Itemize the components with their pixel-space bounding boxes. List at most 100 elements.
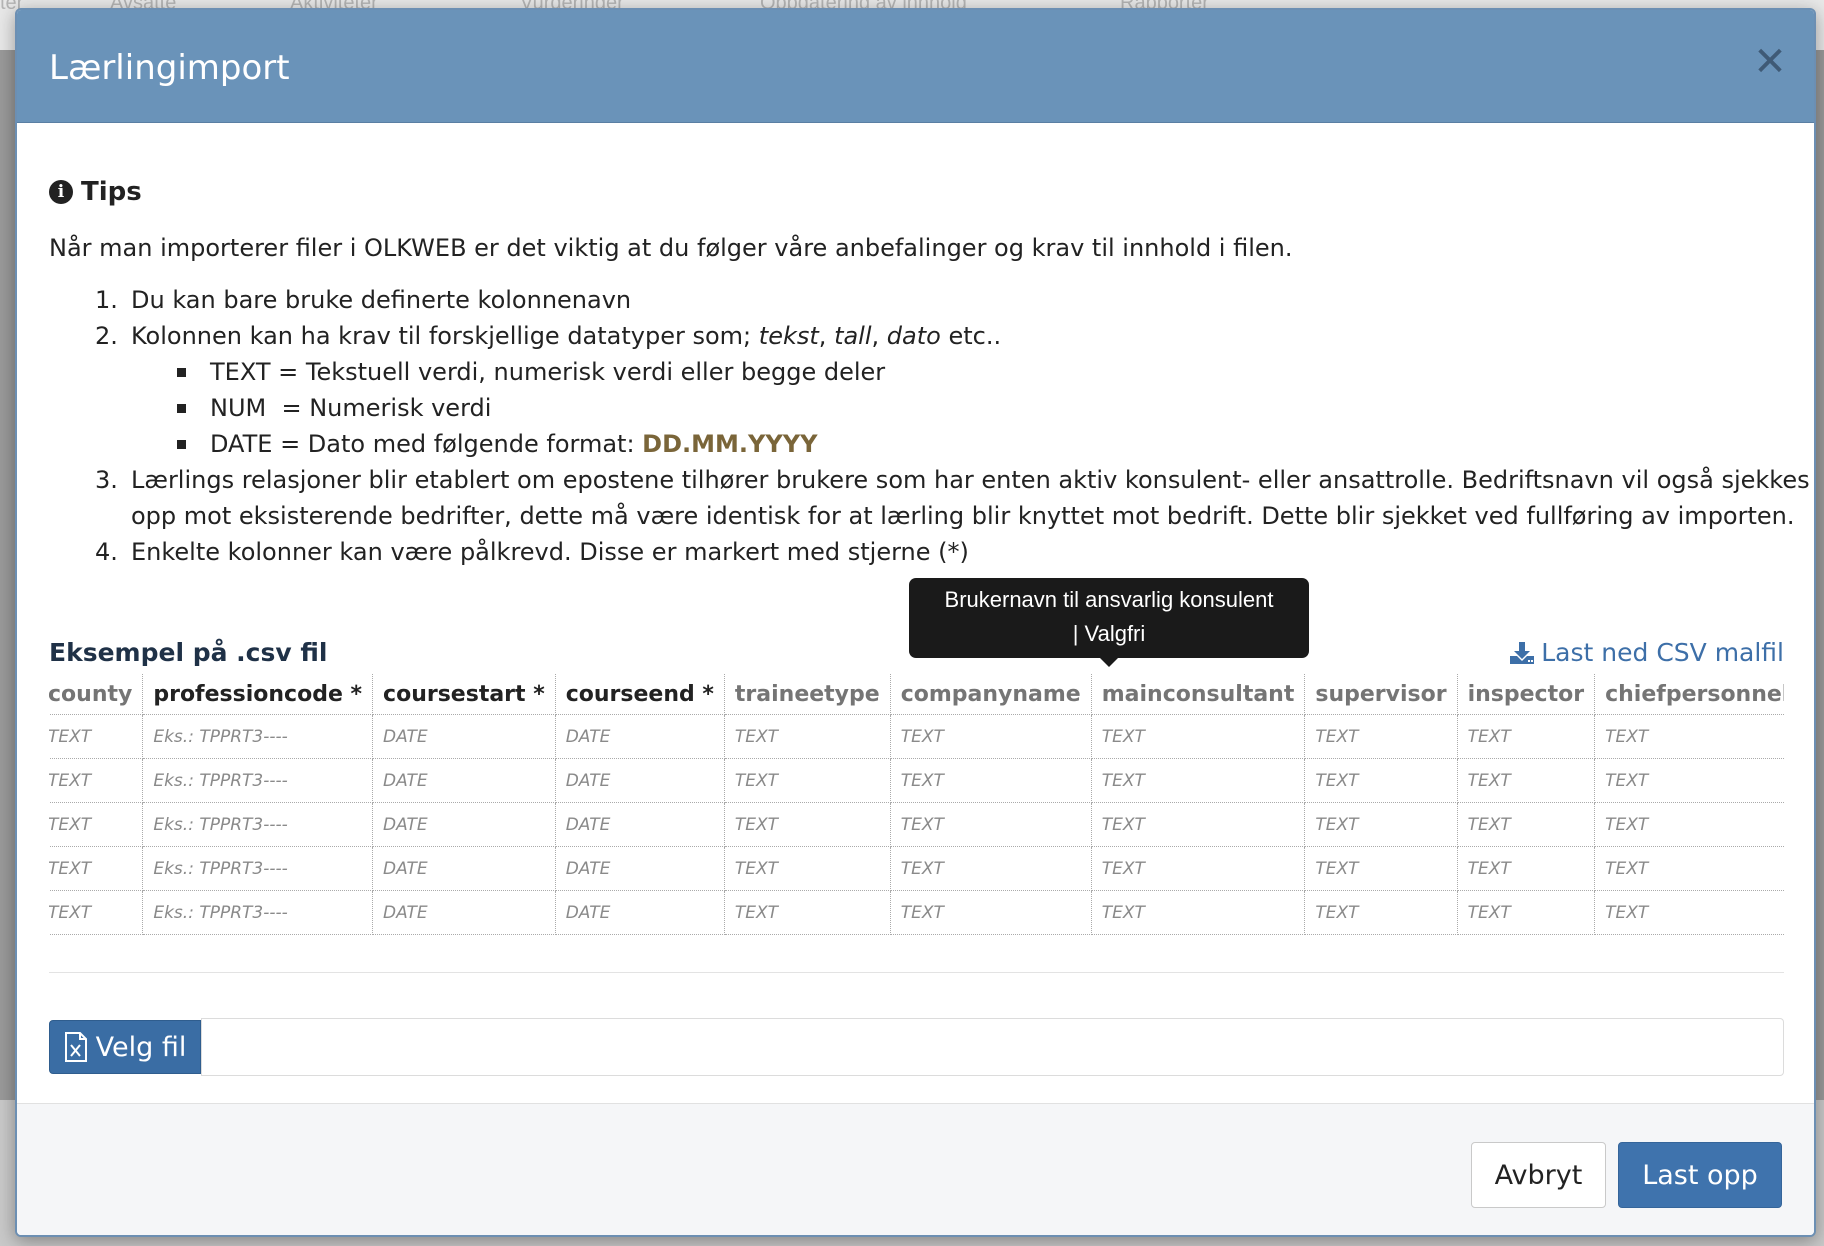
download-icon bbox=[1510, 641, 1535, 664]
column-header[interactable]: mainconsultant bbox=[1090, 674, 1306, 715]
column-header[interactable]: companyname bbox=[889, 674, 1092, 715]
download-label: Last ned CSV malfil bbox=[1541, 638, 1784, 667]
file-picker: Velg fil bbox=[49, 1018, 1784, 1076]
table-cell: TEXT bbox=[1304, 802, 1458, 847]
table-cell: TEXT bbox=[889, 758, 1092, 803]
import-modal: Lærlingimport ✕ i Tips Når man importere… bbox=[15, 8, 1816, 1237]
modal-title: Lærlingimport bbox=[49, 48, 290, 88]
table-header-row: county professioncode * coursestart * cours… bbox=[49, 674, 1784, 715]
table-cell: TEXT bbox=[1594, 802, 1784, 847]
table-cell: DATE bbox=[554, 758, 725, 803]
example-title: Eksempel på .csv fil bbox=[49, 638, 328, 667]
column-header[interactable]: professioncode * bbox=[142, 674, 374, 715]
choose-file-button[interactable]: Velg fil bbox=[49, 1020, 201, 1074]
table-cell: TEXT bbox=[49, 802, 144, 847]
table-cell: DATE bbox=[372, 802, 556, 847]
divider bbox=[49, 972, 1784, 973]
tips-intro: Når man importerer filer i OLKWEB er det… bbox=[49, 234, 1293, 262]
table-cell: Eks.: TPPRT3---- bbox=[142, 846, 374, 891]
table-cell: TEXT bbox=[723, 714, 891, 759]
table-cell: DATE bbox=[372, 890, 556, 935]
datatype-number: tall bbox=[834, 322, 872, 350]
table-cell: TEXT bbox=[889, 890, 1092, 935]
column-header[interactable]: supervisor bbox=[1304, 674, 1458, 715]
table-cell: TEXT bbox=[1594, 714, 1784, 759]
table-cell: DATE bbox=[554, 714, 725, 759]
table-row: TEXT Eks.: TPPRT3---- DATE DATE TEXT TEXT TEXT… bbox=[49, 714, 1784, 759]
tips-item-text: Du kan bare bruke definerte kolonnenavn bbox=[131, 286, 632, 314]
table-cell: DATE bbox=[372, 758, 556, 803]
tooltip-line-2: | Valgfri bbox=[1072, 621, 1146, 646]
table-cell: DATE bbox=[372, 714, 556, 759]
table-cell: TEXT bbox=[723, 890, 891, 935]
table-cell: TEXT bbox=[1594, 846, 1784, 891]
tips-item-1: 1. Du kan bare bruke definerte kolonnena… bbox=[95, 286, 632, 314]
table-row: TEXT Eks.: TPPRT3---- DATE DATE TEXT TEXT TEXT… bbox=[49, 846, 1784, 891]
table-cell: TEXT bbox=[1594, 758, 1784, 803]
table-cell: TEXT bbox=[1594, 890, 1784, 935]
tips-item-text: Lærlings relasjoner blir etablert om epo… bbox=[131, 466, 1810, 530]
table-cell: Eks.: TPPRT3---- bbox=[142, 802, 374, 847]
column-header[interactable]: traineetype bbox=[723, 674, 891, 715]
table-cell: TEXT bbox=[1456, 846, 1596, 891]
table-cell: DATE bbox=[554, 890, 725, 935]
datatype-date: dato bbox=[886, 322, 941, 350]
table-cell: TEXT bbox=[723, 846, 891, 891]
table-cell: TEXT bbox=[723, 758, 891, 803]
column-header[interactable]: coursestart * bbox=[372, 674, 556, 715]
table-cell: TEXT bbox=[1456, 802, 1596, 847]
table-cell: TEXT bbox=[1090, 714, 1306, 759]
table-cell: TEXT bbox=[1304, 890, 1458, 935]
file-name-field[interactable] bbox=[201, 1018, 1784, 1076]
table-cell: DATE bbox=[554, 846, 725, 891]
table-cell: TEXT bbox=[1456, 758, 1596, 803]
datatype-date-label: DATE = Dato med følgende format: bbox=[210, 430, 635, 458]
datatype-item-text: TEXT = Tekstuell verdi, numerisk verdi e… bbox=[177, 354, 1814, 390]
table-row: TEXT Eks.: TPPRT3---- DATE DATE TEXT TEXT TEXT… bbox=[49, 758, 1784, 803]
column-header[interactable]: courseend * bbox=[554, 674, 725, 715]
tips-list: 1. Du kan bare bruke definerte kolonnena… bbox=[95, 282, 1814, 570]
column-tooltip: Brukernavn til ansvarlig konsulent | Val… bbox=[909, 578, 1309, 667]
tips-item-text: Enkelte kolonner kan være pålkrevd. Diss… bbox=[131, 538, 969, 566]
close-icon[interactable]: ✕ bbox=[1748, 40, 1792, 84]
datatype-item-date: DATE = Dato med følgende format: DD.MM.Y… bbox=[177, 426, 1814, 462]
table-cell: TEXT bbox=[49, 714, 144, 759]
upload-button[interactable]: Last opp bbox=[1618, 1142, 1782, 1208]
tooltip-line-1: Brukernavn til ansvarlig konsulent bbox=[944, 587, 1274, 612]
table-cell: TEXT bbox=[49, 846, 144, 891]
tips-item-2: 2. Kolonnen kan ha krav til forskjellige… bbox=[95, 318, 1814, 462]
column-header[interactable]: inspector bbox=[1456, 674, 1596, 715]
table-cell: TEXT bbox=[49, 890, 144, 935]
table-cell: Eks.: TPPRT3---- bbox=[142, 714, 374, 759]
table-cell: TEXT bbox=[1456, 714, 1596, 759]
table-cell: Eks.: TPPRT3---- bbox=[142, 758, 374, 803]
date-format: DD.MM.YYYY bbox=[642, 430, 818, 458]
datatype-text: tekst bbox=[758, 322, 819, 350]
column-header[interactable]: chiefpersonnel bbox=[1594, 674, 1784, 715]
table-cell: TEXT bbox=[1090, 890, 1306, 935]
cancel-button[interactable]: Avbryt bbox=[1471, 1142, 1606, 1208]
table-cell: DATE bbox=[372, 846, 556, 891]
table-cell: TEXT bbox=[49, 758, 144, 803]
table-cell: TEXT bbox=[889, 802, 1092, 847]
table-cell: TEXT bbox=[889, 714, 1092, 759]
table-row: TEXT Eks.: TPPRT3---- DATE DATE TEXT TEXT TEXT… bbox=[49, 890, 1784, 935]
table-cell: TEXT bbox=[1456, 890, 1596, 935]
column-header[interactable]: county bbox=[49, 674, 144, 715]
csv-example-table: county professioncode * coursestart * cours… bbox=[49, 674, 1784, 938]
download-template-link[interactable]: Last ned CSV malfil bbox=[1509, 638, 1784, 667]
table-cell: TEXT bbox=[1090, 802, 1306, 847]
table-cell: TEXT bbox=[1304, 846, 1458, 891]
table-cell: Eks.: TPPRT3---- bbox=[142, 890, 374, 935]
modal-header: Lærlingimport ✕ bbox=[17, 10, 1814, 123]
tips-item-suffix: etc.. bbox=[948, 322, 1002, 350]
tips-heading-label: Tips bbox=[81, 177, 142, 207]
tips-item-4: 4. Enkelte kolonner kan være pålkrevd. D… bbox=[95, 538, 969, 566]
table-cell: DATE bbox=[554, 802, 725, 847]
modal-footer: Avbryt Last opp bbox=[17, 1103, 1814, 1235]
table-cell: TEXT bbox=[1304, 758, 1458, 803]
table-cell: TEXT bbox=[1304, 714, 1458, 759]
table-cell: TEXT bbox=[1090, 758, 1306, 803]
tips-heading: i Tips bbox=[49, 177, 142, 207]
datatype-item-num: NUM = Numerisk verdi bbox=[177, 390, 1814, 426]
